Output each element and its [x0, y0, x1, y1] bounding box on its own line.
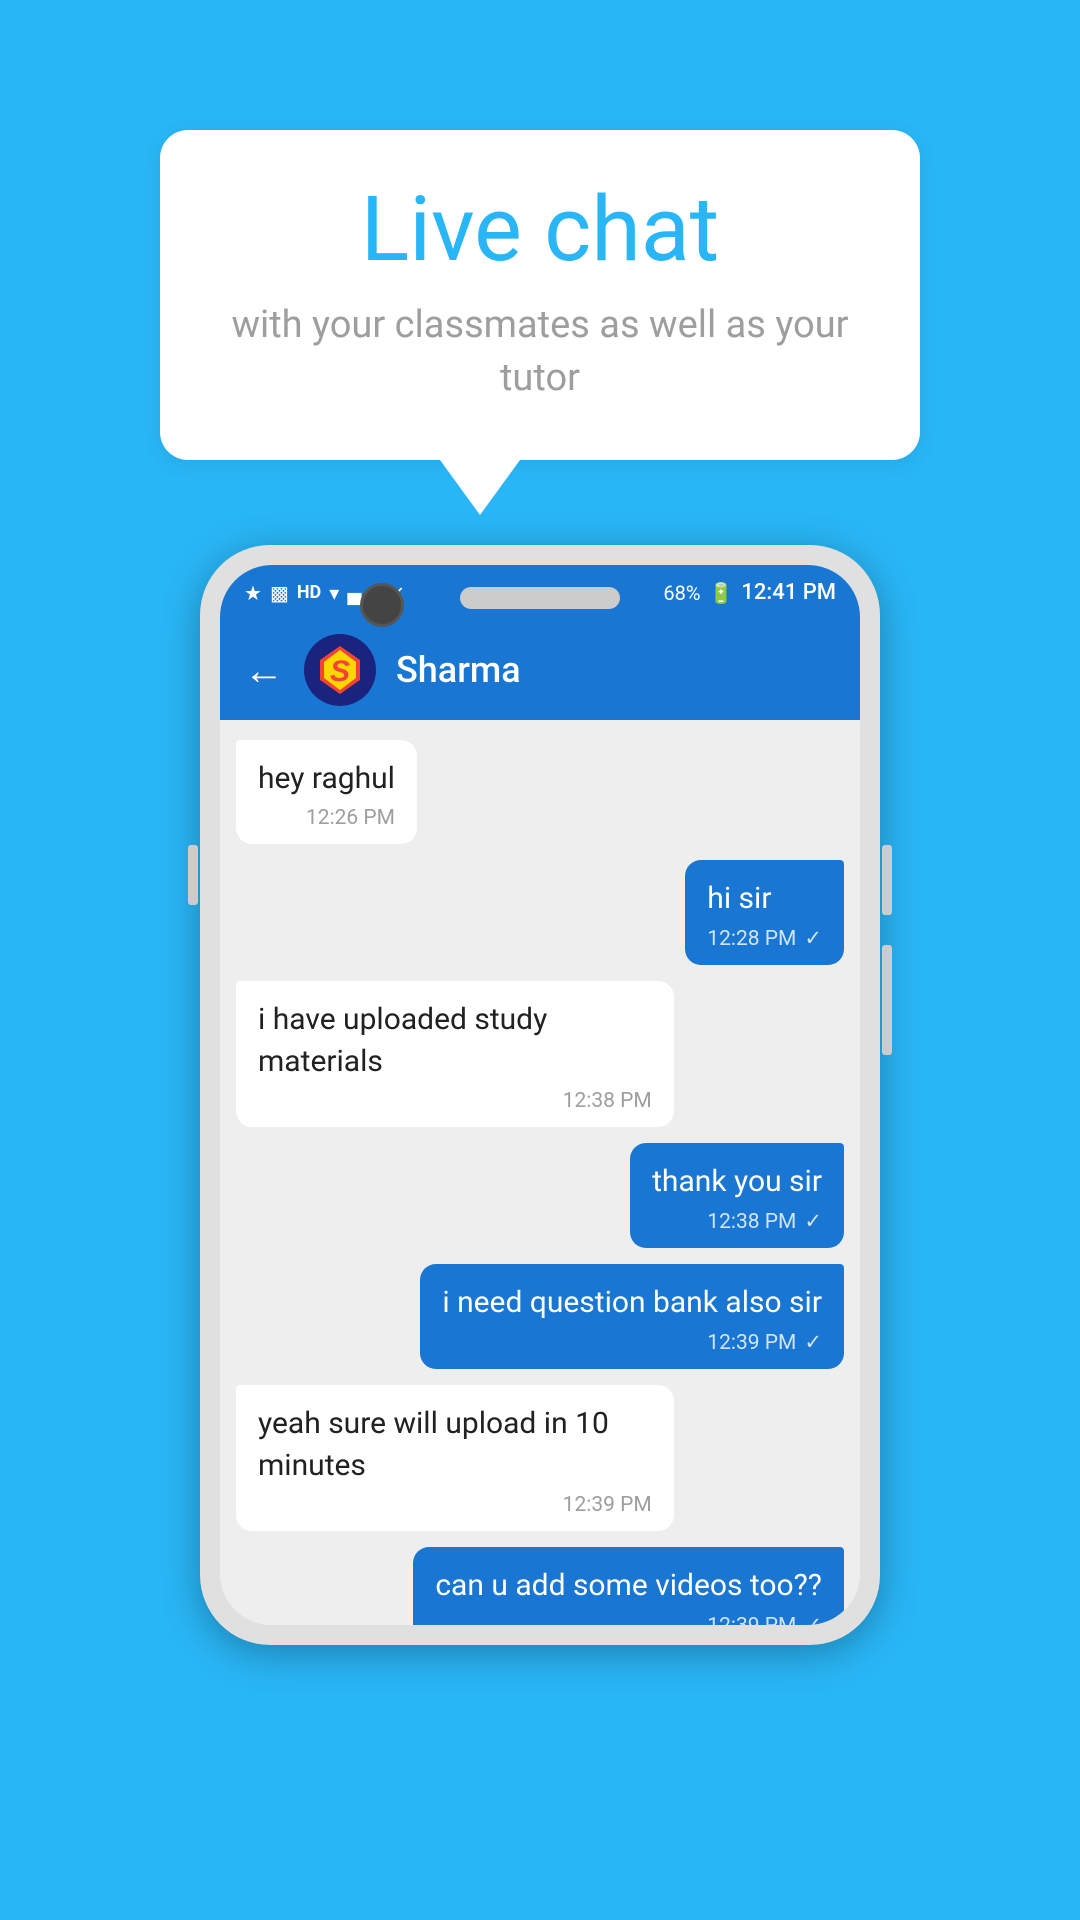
wifi-icon: ▾: [329, 581, 339, 605]
message-row: i need question bank also sir 12:39 PM ✓: [236, 1264, 844, 1369]
message-time: 12:28 PM: [707, 927, 796, 951]
message-text: hey raghul: [258, 758, 395, 800]
checkmark-icon: ✓: [804, 1613, 822, 1625]
status-time: 12:41 PM: [741, 580, 836, 605]
message-meta: 12:38 PM: [258, 1089, 652, 1113]
message-time: 12:39 PM: [563, 1493, 652, 1517]
bluetooth-icon: ★: [244, 581, 262, 605]
message-row: i have uploaded study materials 12:38 PM: [236, 981, 844, 1127]
contact-avatar: S: [304, 634, 376, 706]
message-text: i have uploaded study materials: [258, 999, 652, 1083]
message-bubble-sent: can u add some videos too?? 12:39 PM ✓: [413, 1547, 844, 1625]
message-bubble-received: yeah sure will upload in 10 minutes 12:3…: [236, 1385, 674, 1531]
message-bubble-sent: hi sir 12:28 PM ✓: [685, 860, 844, 965]
phone-outer-frame: ★ ▩ HD ▾ ▄ ✕ ✕ 68% 🔋 12:41 PM ←: [200, 545, 880, 1645]
checkmark-icon: ✓: [804, 926, 822, 951]
contact-name: Sharma: [396, 649, 521, 691]
speech-bubble-card: Live chat with your classmates as well a…: [160, 130, 920, 515]
status-bar-right: 68% 🔋 12:41 PM: [663, 580, 836, 605]
message-time: 12:26 PM: [306, 806, 395, 830]
phone-side-button-right: [882, 845, 892, 915]
message-text: yeah sure will upload in 10 minutes: [258, 1403, 652, 1487]
message-text: i need question bank also sir: [442, 1282, 822, 1324]
phone-speaker: [460, 587, 620, 609]
vibrate-icon: ▩: [270, 581, 289, 605]
phone-screen: ★ ▩ HD ▾ ▄ ✕ ✕ 68% 🔋 12:41 PM ←: [220, 565, 860, 1625]
message-bubble-received: i have uploaded study materials 12:38 PM: [236, 981, 674, 1127]
message-row: can u add some videos too?? 12:39 PM ✓: [236, 1547, 844, 1625]
speech-bubble-subtitle: with your classmates as well as your tut…: [220, 299, 860, 405]
chat-area[interactable]: hey raghul 12:26 PM hi sir 12:28 PM ✓: [220, 720, 860, 1625]
message-row: thank you sir 12:38 PM ✓: [236, 1143, 844, 1248]
back-button[interactable]: ←: [244, 647, 284, 694]
message-meta: 12:39 PM ✓: [442, 1330, 822, 1355]
message-meta: 12:38 PM ✓: [652, 1209, 822, 1234]
message-text: can u add some videos too??: [435, 1565, 822, 1607]
speech-bubble-title: Live chat: [220, 180, 860, 279]
message-bubble-sent: i need question bank also sir 12:39 PM ✓: [420, 1264, 844, 1369]
speech-bubble: Live chat with your classmates as well a…: [160, 130, 920, 460]
checkmark-icon: ✓: [804, 1330, 822, 1355]
speech-bubble-arrow: [440, 460, 520, 515]
message-time: 12:39 PM: [707, 1614, 796, 1626]
message-time: 12:38 PM: [563, 1089, 652, 1113]
battery-icon: 🔋: [709, 581, 734, 605]
message-text: hi sir: [707, 878, 822, 920]
message-row: hi sir 12:28 PM ✓: [236, 860, 844, 965]
phone-mockup: ★ ▩ HD ▾ ▄ ✕ ✕ 68% 🔋 12:41 PM ←: [200, 545, 880, 1645]
message-row: hey raghul 12:26 PM: [236, 740, 844, 844]
message-bubble-received: hey raghul 12:26 PM: [236, 740, 417, 844]
message-row: yeah sure will upload in 10 minutes 12:3…: [236, 1385, 844, 1531]
hd-icon: HD: [297, 582, 321, 603]
message-meta: 12:39 PM ✓: [435, 1613, 822, 1625]
message-meta: 12:39 PM: [258, 1493, 652, 1517]
message-time: 12:38 PM: [707, 1210, 796, 1234]
message-meta: 12:28 PM ✓: [707, 926, 822, 951]
message-text: thank you sir: [652, 1161, 822, 1203]
phone-side-button-right2: [882, 945, 892, 1055]
svg-text:S: S: [330, 655, 350, 688]
message-bubble-sent: thank you sir 12:38 PM ✓: [630, 1143, 844, 1248]
app-bar: ← S Sharma: [220, 620, 860, 720]
message-meta: 12:26 PM: [258, 806, 395, 830]
message-time: 12:39 PM: [707, 1331, 796, 1355]
checkmark-icon: ✓: [804, 1209, 822, 1234]
battery-percent: 68%: [663, 581, 700, 605]
phone-side-button-left: [188, 845, 198, 905]
